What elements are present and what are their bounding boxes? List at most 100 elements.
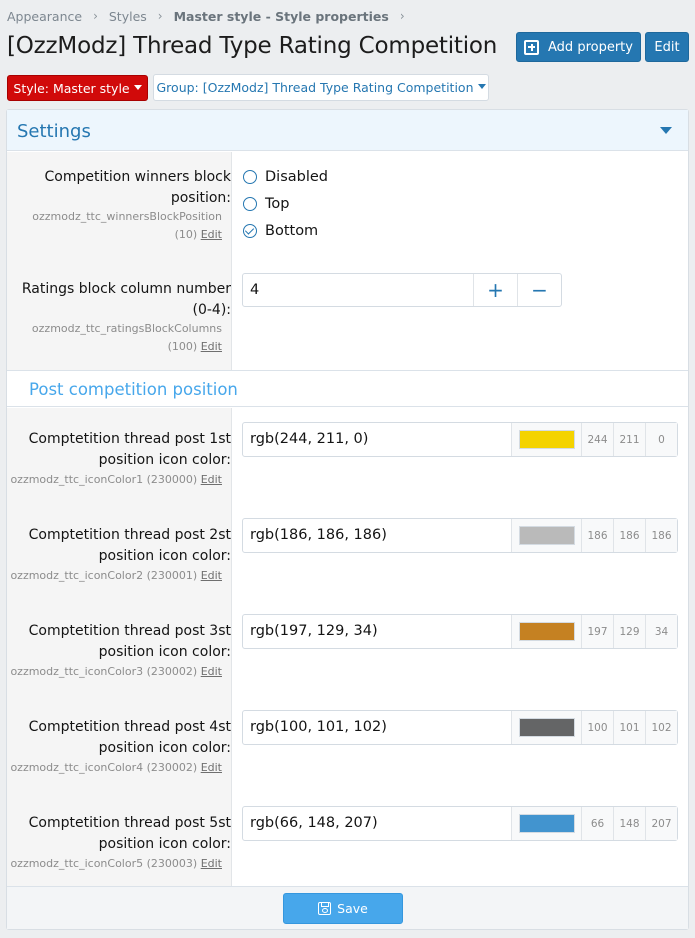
ratings-columns-stepper: 4 + − (242, 273, 562, 307)
green-channel: 129 (613, 615, 645, 648)
blue-channel: 186 (645, 519, 677, 552)
winners-position-order: (10) (174, 228, 198, 241)
green-channel: 101 (613, 711, 645, 744)
radio-disabled-label: Disabled (265, 169, 328, 185)
icon-color-meta: ozzmodz_ttc_iconColor1 (230000) Edit (6, 471, 222, 489)
ratings-columns-order: (100) (167, 340, 198, 353)
icon-color-edit-link[interactable]: Edit (201, 761, 222, 774)
radio-disabled[interactable]: Disabled (243, 167, 328, 187)
blue-channel: 34 (645, 615, 677, 648)
green-channel: 186 (613, 519, 645, 552)
plus-square-icon (524, 39, 540, 55)
settings-header[interactable]: Settings (7, 110, 688, 151)
icon-color-input[interactable]: rgb(197, 129, 34) 197 129 34 (242, 614, 678, 649)
breadcrumb-styles[interactable]: Styles (109, 9, 147, 24)
icon-color-label: Comptetition thread post 3st position ic… (28, 623, 231, 660)
radio-bottom[interactable]: Bottom (243, 221, 318, 241)
icon-color-label: Comptetition thread post 2st position ic… (28, 527, 231, 564)
ratings-columns-meta: (100) Edit (6, 338, 222, 356)
winners-position-meta: (10) Edit (6, 226, 222, 244)
save-label: Save (337, 901, 368, 916)
breadcrumb-separator-icon: › (93, 9, 98, 23)
section-header: Post competition position (7, 370, 688, 407)
group-menu-button[interactable]: Group: [OzzModz] Thread Type Rating Comp… (153, 74, 489, 101)
color-swatch-button[interactable] (511, 615, 581, 648)
icon-color-meta: ozzmodz_ttc_iconColor3 (230002) Edit (6, 663, 222, 681)
color-swatch-button[interactable] (511, 519, 581, 552)
icon-color-meta: ozzmodz_ttc_iconColor5 (230003) Edit (6, 855, 222, 873)
add-property-button[interactable]: Add property (516, 32, 641, 62)
icon-color-property: ozzmodz_ttc_iconColor2 (230001) (10, 569, 198, 582)
caret-down-icon (477, 84, 486, 89)
blue-channel: 0 (645, 423, 677, 456)
section-title: Post competition position (29, 380, 238, 399)
icon-color-edit-link[interactable]: Edit (201, 473, 222, 486)
color-swatch (519, 430, 575, 449)
color-swatch (519, 526, 575, 545)
icon-color-value[interactable]: rgb(244, 211, 0) (250, 423, 368, 456)
radio-bottom-label: Bottom (265, 223, 319, 239)
icon-color-edit-link[interactable]: Edit (201, 857, 222, 870)
color-swatch (519, 622, 575, 641)
breadcrumb-appearance[interactable]: Appearance (7, 9, 82, 24)
icon-color-value[interactable]: rgb(186, 186, 186) (250, 519, 387, 552)
icon-color-value[interactable]: rgb(66, 148, 207) (250, 807, 378, 840)
winners-position-property: ozzmodz_ttc_winnersBlockPosition (32, 210, 222, 223)
color-swatch (519, 814, 575, 833)
radio-top[interactable]: Top (243, 194, 289, 214)
icon-color-property: ozzmodz_ttc_iconColor3 (230002) (10, 665, 198, 678)
breadcrumb-style-properties[interactable]: Master style - Style properties (174, 9, 389, 24)
settings-block: Settings Competition winners block posit… (6, 109, 689, 930)
icon-color-label: Comptetition thread post 4st position ic… (28, 719, 231, 756)
style-menu-button[interactable]: Style: Master style (7, 75, 148, 101)
color-swatch-button[interactable] (511, 423, 581, 456)
ratings-columns-label: Ratings block column number (0-4): (21, 281, 231, 318)
breadcrumb: Appearance › Styles › Master style - Sty… (7, 8, 416, 24)
icon-color-edit-link[interactable]: Edit (201, 569, 222, 582)
icon-color-input[interactable]: rgb(186, 186, 186) 186 186 186 (242, 518, 678, 553)
settings-title: Settings (17, 121, 91, 142)
icon-color-property: ozzmodz_ttc_iconColor1 (230000) (10, 473, 198, 486)
radio-circle-icon (243, 170, 257, 184)
radio-checked-icon (243, 224, 257, 238)
icon-color-label: Comptetition thread post 5st position ic… (28, 815, 231, 852)
page-title: [OzzModz] Thread Type Rating Competition (7, 33, 498, 59)
icon-color-value[interactable]: rgb(197, 129, 34) (250, 615, 378, 648)
icon-color-meta: ozzmodz_ttc_iconColor4 (230002) Edit (6, 759, 222, 777)
collapse-toggle-icon[interactable] (660, 127, 672, 134)
winners-position-label: Competition winners block position: (44, 169, 231, 206)
icon-color-input[interactable]: rgb(66, 148, 207) 66 148 207 (242, 806, 678, 841)
form-footer: Save (7, 886, 688, 929)
red-channel: 100 (581, 711, 613, 744)
red-channel: 197 (581, 615, 613, 648)
radio-top-label: Top (265, 196, 290, 212)
red-channel: 244 (581, 423, 613, 456)
icon-color-value[interactable]: rgb(100, 101, 102) (250, 711, 387, 744)
edit-button[interactable]: Edit (645, 32, 689, 62)
ratings-columns-input[interactable]: 4 (243, 274, 473, 306)
group-menu-label: Group: [OzzModz] Thread Type Rating Comp… (156, 80, 474, 95)
add-property-label: Add property (548, 39, 633, 55)
increment-button[interactable]: + (473, 274, 517, 306)
icon-color-edit-link[interactable]: Edit (201, 665, 222, 678)
green-channel: 211 (613, 423, 645, 456)
caret-down-icon (133, 84, 142, 90)
decrement-button[interactable]: − (517, 274, 561, 306)
winners-position-edit-link[interactable]: Edit (201, 228, 222, 241)
blue-channel: 207 (645, 807, 677, 840)
icon-color-property: ozzmodz_ttc_iconColor5 (230003) (10, 857, 198, 870)
icon-color-input[interactable]: rgb(100, 101, 102) 100 101 102 (242, 710, 678, 745)
style-menu-label: Style: Master style (13, 80, 130, 96)
breadcrumb-separator-icon: › (157, 9, 163, 23)
blue-channel: 102 (645, 711, 677, 744)
color-swatch-button[interactable] (511, 807, 581, 840)
icon-color-label: Comptetition thread post 1st position ic… (28, 431, 231, 468)
save-button[interactable]: Save (283, 893, 403, 924)
color-swatch (519, 718, 575, 737)
icon-color-input[interactable]: rgb(244, 211, 0) 244 211 0 (242, 422, 678, 457)
save-icon (318, 902, 332, 915)
color-swatch-button[interactable] (511, 711, 581, 744)
icon-color-meta: ozzmodz_ttc_iconColor2 (230001) Edit (6, 567, 222, 585)
ratings-columns-edit-link[interactable]: Edit (201, 340, 222, 353)
breadcrumb-separator-icon: › (399, 9, 405, 23)
